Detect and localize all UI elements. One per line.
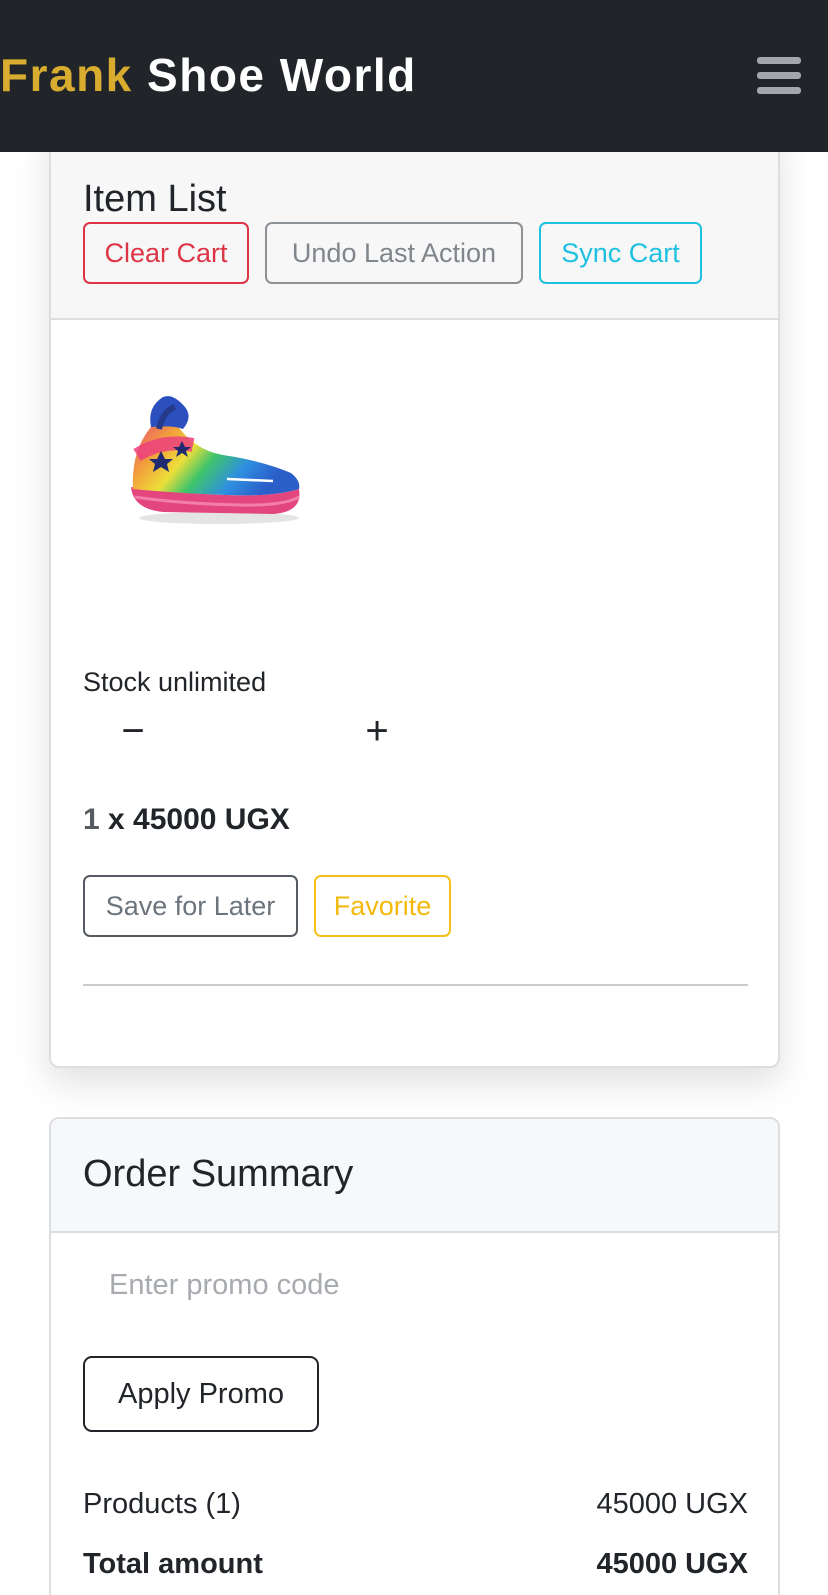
brand-name-rest: Shoe World: [147, 49, 417, 101]
clear-cart-button[interactable]: Clear Cart: [83, 222, 249, 284]
save-for-later-button[interactable]: Save for Later: [83, 875, 298, 937]
order-summary-card: Order Summary Apply Promo Products (1) 4…: [49, 1117, 780, 1595]
increase-quantity-button[interactable]: +: [359, 708, 395, 754]
product-image: [131, 396, 300, 524]
favorite-button[interactable]: Favorite: [314, 875, 451, 937]
undo-last-action-button[interactable]: Undo Last Action: [265, 222, 523, 284]
products-label: Products (1): [83, 1488, 241, 1520]
total-label: Total amount: [83, 1548, 263, 1580]
order-summary-title: Order Summary: [83, 1153, 354, 1195]
item-list-header: Item List Clear Cart Undo Last Action Sy…: [51, 130, 778, 320]
top-navbar: Frank Shoe World: [0, 0, 828, 152]
hamburger-menu-icon[interactable]: [757, 57, 801, 95]
apply-promo-button[interactable]: Apply Promo: [83, 1356, 319, 1432]
brand-name-first: Frank: [0, 49, 133, 101]
decrease-quantity-button[interactable]: −: [115, 708, 151, 754]
promo-code-input[interactable]: [83, 1257, 743, 1313]
order-summary-header: Order Summary: [51, 1119, 778, 1233]
total-value: 45000 UGX: [596, 1548, 748, 1580]
stock-status: Stock unlimited: [83, 667, 267, 697]
item-price-line: 1 x 45000 UGX: [83, 803, 290, 837]
products-value: 45000 UGX: [596, 1488, 748, 1520]
item-list-title: Item List: [83, 178, 227, 220]
item-quantity: 1: [83, 803, 100, 836]
item-list-card: Item List Clear Cart Undo Last Action Sy…: [49, 128, 780, 1068]
item-divider: [83, 984, 748, 986]
sync-cart-button[interactable]: Sync Cart: [539, 222, 702, 284]
item-unit-price: x 45000 UGX: [99, 803, 290, 836]
brand-logo[interactable]: Frank Shoe World: [0, 48, 417, 102]
